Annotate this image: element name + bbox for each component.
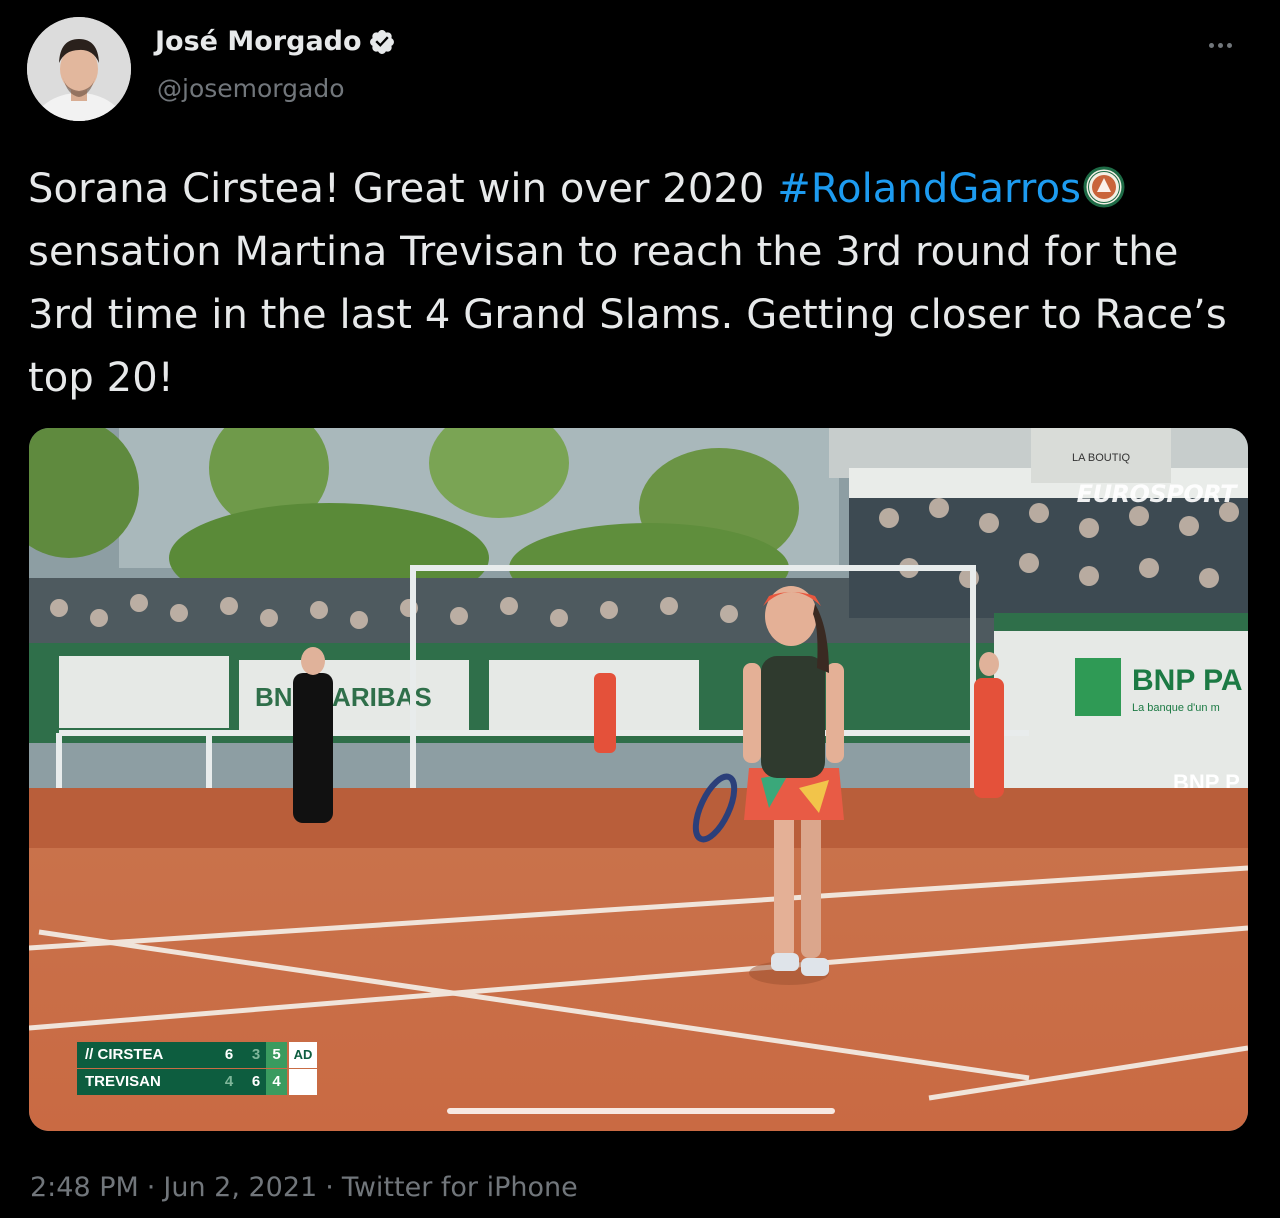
- tweet-date[interactable]: Jun 2, 2021: [163, 1172, 317, 1203]
- points-score: AD: [289, 1042, 317, 1068]
- hashtag-link[interactable]: #RolandGarros: [777, 166, 1081, 212]
- channel-logo: EUROSPORT: [1076, 480, 1237, 508]
- tweet-metadata: 2:48 PM · Jun 2, 2021 · Twitter for iPhone: [30, 1172, 578, 1203]
- profile-photo-icon: [27, 17, 131, 121]
- set3-score: 5: [266, 1042, 287, 1068]
- video-frame: LA BOUTIQ BNP PA La banque d'un m BNP P …: [29, 428, 1248, 1131]
- player-name-text: TREVISAN: [85, 1073, 161, 1090]
- player-name: TREVISAN: [77, 1069, 212, 1095]
- set3-score: 4: [266, 1069, 287, 1095]
- set1-score: 4: [212, 1069, 246, 1095]
- player-name: // CIRSTEA: [77, 1042, 212, 1068]
- tweet-video[interactable]: LA BOUTIQ BNP PA La banque d'un m BNP P …: [29, 428, 1248, 1131]
- display-name[interactable]: José Morgado: [155, 26, 396, 57]
- sponsor-board-large: BNP PA: [1132, 664, 1243, 697]
- tweet-source[interactable]: Twitter for iPhone: [342, 1172, 578, 1203]
- scoreboard-row: // CIRSTEA 6 3 5 AD: [77, 1042, 319, 1068]
- sponsor-tagline: La banque d'un m: [1132, 702, 1220, 714]
- tweet-text-before: Sorana Cirstea! Great win over 2020: [28, 166, 778, 212]
- more-options-icon[interactable]: [1198, 30, 1242, 60]
- points-score: [289, 1069, 317, 1095]
- serve-marker: //: [85, 1046, 94, 1063]
- boutique-sign: LA BOUTIQ: [1072, 452, 1131, 464]
- set2-score: 3: [246, 1042, 266, 1068]
- separator-dot: ·: [146, 1172, 156, 1203]
- sponsor-board: BNP PARIBAS: [255, 682, 432, 712]
- roland-garros-logo-icon: [1083, 166, 1125, 208]
- avatar[interactable]: [27, 17, 131, 121]
- author-name[interactable]: José Morgado: [155, 26, 362, 57]
- author-handle[interactable]: @josemorgado: [157, 74, 345, 103]
- set2-score: 6: [246, 1069, 266, 1095]
- tweet-time[interactable]: 2:48 PM: [30, 1172, 139, 1203]
- scoreboard: // CIRSTEA 6 3 5 AD TREVISAN 4 6 4: [77, 1042, 319, 1096]
- verified-badge-icon: [369, 29, 394, 54]
- set1-score: 6: [212, 1042, 246, 1068]
- scoreboard-row: TREVISAN 4 6 4: [77, 1069, 319, 1095]
- player-name-text: CIRSTEA: [97, 1046, 164, 1063]
- separator-dot: ·: [325, 1172, 334, 1203]
- tweet-text: Sorana Cirstea! Great win over 2020 #Rol…: [28, 158, 1253, 410]
- video-progress-bar[interactable]: [447, 1108, 835, 1114]
- tweet-text-after: sensation Martina Trevisan to reach the …: [28, 229, 1227, 401]
